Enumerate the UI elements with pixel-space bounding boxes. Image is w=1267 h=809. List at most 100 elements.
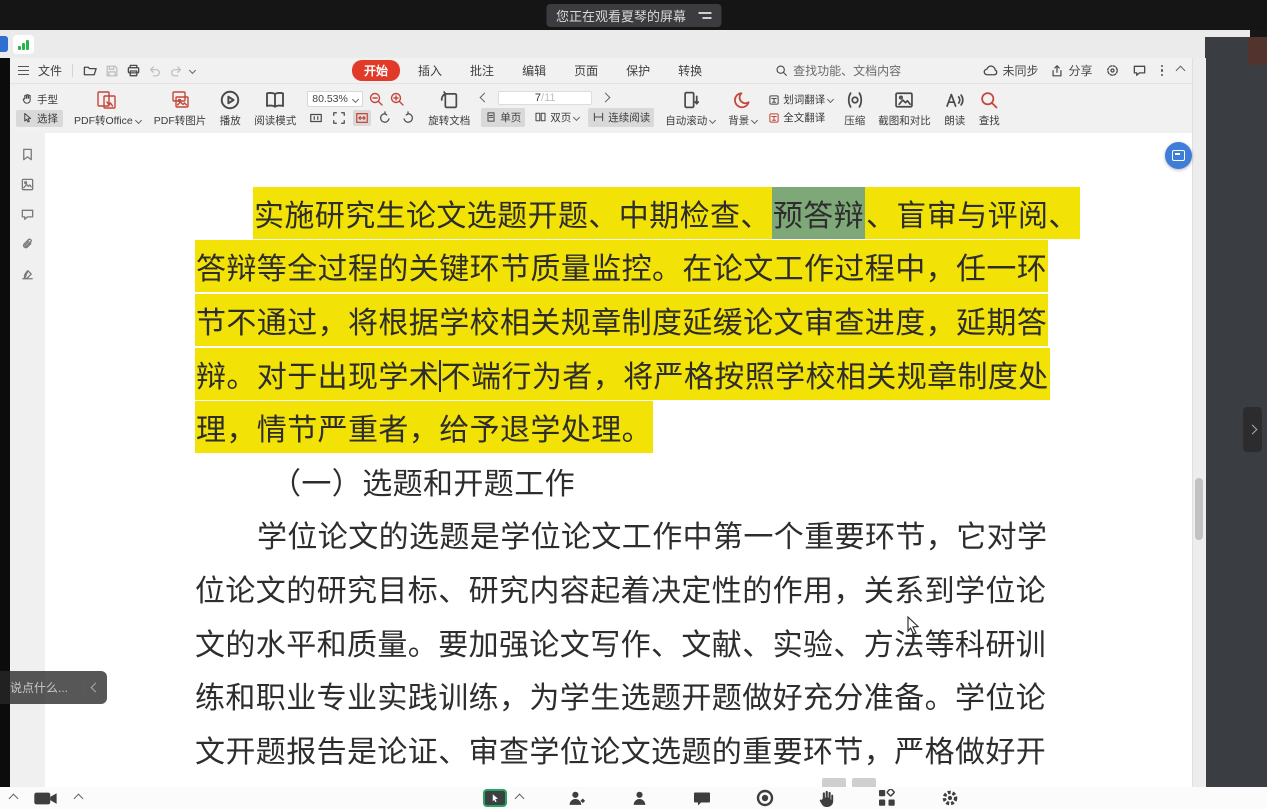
actual-size-icon[interactable] bbox=[307, 110, 325, 126]
open-file-icon[interactable] bbox=[83, 63, 98, 78]
doc-line: 理，情节严重者，给予退学处理。 bbox=[195, 400, 1063, 454]
camera-options-icon[interactable] bbox=[74, 793, 84, 803]
screenshot-compare-icon bbox=[893, 89, 915, 111]
share-button[interactable]: 分享 bbox=[1050, 62, 1092, 79]
signature-stamp-icon[interactable] bbox=[20, 267, 35, 282]
word-translate-button[interactable]: 划词翻译 bbox=[768, 92, 833, 107]
share-screen-button[interactable] bbox=[483, 789, 523, 807]
comments-panel-icon[interactable] bbox=[20, 207, 35, 222]
continuous-read-button[interactable]: 连续阅读 bbox=[588, 108, 654, 127]
panel-expand-button[interactable] bbox=[1243, 407, 1262, 452]
fit-width-icon[interactable] bbox=[353, 110, 371, 126]
fit-page-icon[interactable] bbox=[330, 110, 348, 126]
next-page-icon[interactable] bbox=[601, 93, 611, 103]
banner-menu-icon[interactable] bbox=[698, 12, 711, 18]
screen: 您正在观看夏琴的屏幕 文件 开始 bbox=[0, 0, 1267, 809]
zoom-out-icon[interactable] bbox=[368, 91, 384, 107]
expand-left-icon[interactable] bbox=[9, 793, 19, 803]
file-menu[interactable]: 文件 bbox=[38, 62, 62, 79]
feedback-comment-icon[interactable] bbox=[1132, 63, 1147, 78]
share-options-icon[interactable] bbox=[515, 793, 525, 803]
select-label: 选择 bbox=[37, 111, 58, 126]
pdf-to-office-button[interactable]: PDF转Office bbox=[72, 88, 143, 129]
hand-tool-button[interactable]: 手型 bbox=[16, 91, 63, 108]
book-icon bbox=[263, 89, 287, 111]
doc-heading: （一）选题和开题工作 bbox=[195, 454, 1063, 508]
tab-convert[interactable]: 转换 bbox=[664, 60, 716, 81]
thumbnails-icon[interactable] bbox=[20, 177, 35, 192]
bookmark-icon[interactable] bbox=[20, 147, 35, 162]
chat-input-pill[interactable]: 说点什么... bbox=[0, 671, 107, 704]
settings-icon[interactable] bbox=[941, 789, 959, 807]
print-icon[interactable] bbox=[126, 63, 141, 78]
participants-icon[interactable] bbox=[631, 790, 648, 807]
zoom-level-select[interactable]: 80.53% bbox=[307, 91, 363, 107]
settings-gear-icon[interactable] bbox=[1105, 63, 1120, 78]
rotate-doc-button[interactable]: 旋转文档 bbox=[426, 88, 472, 129]
scrollbar-thumb[interactable] bbox=[1195, 478, 1203, 540]
add-participant-icon[interactable] bbox=[568, 790, 587, 807]
meeting-bar bbox=[0, 787, 1267, 809]
select-tool-button[interactable]: 选择 bbox=[16, 110, 63, 127]
prev-page-icon[interactable] bbox=[480, 93, 490, 103]
tab-insert[interactable]: 插入 bbox=[404, 60, 456, 81]
sync-label: 未同步 bbox=[1002, 62, 1038, 79]
sync-status[interactable]: 未同步 bbox=[983, 62, 1038, 79]
selected-text: 预答辩 bbox=[772, 187, 865, 239]
raise-hand-icon[interactable] bbox=[819, 790, 834, 807]
more-options-icon[interactable] bbox=[1159, 65, 1166, 77]
tab-protect[interactable]: 保护 bbox=[612, 60, 664, 81]
right-window-corner bbox=[1248, 37, 1267, 65]
read-mode-button[interactable]: 阅读模式 bbox=[252, 88, 298, 129]
background-label: 背景 bbox=[728, 113, 749, 128]
main-menu-icon[interactable] bbox=[18, 66, 29, 75]
rotate-doc-label: 旋转文档 bbox=[428, 113, 470, 128]
document-text: 实施研究生论文选题开题、中期检查、预答辩、盲审与评阅、 答辩等全过程的关键环节质… bbox=[195, 186, 1063, 776]
rotate-ccw-icon[interactable] bbox=[376, 110, 394, 126]
chat-icon[interactable] bbox=[693, 790, 711, 807]
save-icon[interactable] bbox=[105, 64, 119, 78]
screenshot-compare-button[interactable]: 截图和对比 bbox=[876, 88, 933, 129]
doc-line: 文的水平和质量。要加强论文写作、文献、实验、方法等科研训 bbox=[195, 615, 1063, 669]
rotate-cw-icon[interactable] bbox=[399, 110, 417, 126]
camera-off-button[interactable] bbox=[33, 790, 59, 807]
auto-scroll-icon bbox=[680, 89, 700, 111]
hand-icon bbox=[21, 93, 33, 105]
highlighted-text: 实施研究生论文选题开题、中期检查、 bbox=[253, 187, 772, 239]
read-aloud-button[interactable]: 朗读 bbox=[942, 88, 968, 129]
translate-tools: 划词翻译 全文翻译 bbox=[768, 92, 833, 125]
redo-icon[interactable] bbox=[169, 64, 183, 78]
compress-button[interactable]: 压缩 bbox=[842, 88, 867, 129]
chat-collapse-icon[interactable] bbox=[91, 683, 101, 693]
meeting-bar-left bbox=[10, 787, 82, 809]
quickbar-dropdown-icon[interactable] bbox=[189, 67, 196, 74]
tab-comment[interactable]: 批注 bbox=[456, 60, 508, 81]
find-button[interactable]: 查找 bbox=[977, 88, 1002, 129]
background-button[interactable]: 背景 bbox=[726, 88, 759, 129]
doc-line: 辩。对于出现学术不端行为者，将严格按照学校相关规章制度处 bbox=[195, 347, 1063, 401]
undo-icon[interactable] bbox=[148, 64, 162, 78]
scrollbar[interactable] bbox=[1192, 58, 1206, 787]
auto-scroll-button[interactable]: 自动滚动 bbox=[663, 88, 717, 129]
tab-page[interactable]: 页面 bbox=[560, 60, 612, 81]
page-number-input[interactable]: 7/11 bbox=[498, 91, 592, 105]
divider bbox=[83, 681, 84, 695]
full-translate-button[interactable]: 全文翻译 bbox=[768, 110, 833, 125]
full-translate-label: 全文翻译 bbox=[783, 110, 825, 125]
highlighted-text: 、盲审与评阅、 bbox=[865, 187, 1080, 239]
tab-edit[interactable]: 编辑 bbox=[508, 60, 560, 81]
single-page-button[interactable]: 单页 bbox=[481, 108, 525, 127]
double-page-button[interactable]: 双页 bbox=[530, 108, 583, 127]
word-translate-label: 划词翻译 bbox=[783, 92, 825, 107]
record-icon[interactable] bbox=[756, 789, 774, 807]
zoom-value: 80.53% bbox=[312, 93, 348, 105]
attachment-icon[interactable] bbox=[20, 237, 35, 252]
ribbon-search[interactable]: 查找功能、文档内容 bbox=[775, 62, 901, 79]
collapse-ribbon-icon[interactable] bbox=[1176, 66, 1186, 76]
zoom-in-icon[interactable] bbox=[389, 91, 405, 107]
assistant-float-button[interactable] bbox=[1165, 142, 1192, 169]
play-button[interactable]: 播放 bbox=[217, 88, 243, 129]
pdf-to-image-button[interactable]: PDF转图片 bbox=[152, 88, 209, 129]
apps-grid-icon[interactable] bbox=[878, 789, 896, 807]
tab-home[interactable]: 开始 bbox=[352, 60, 400, 81]
